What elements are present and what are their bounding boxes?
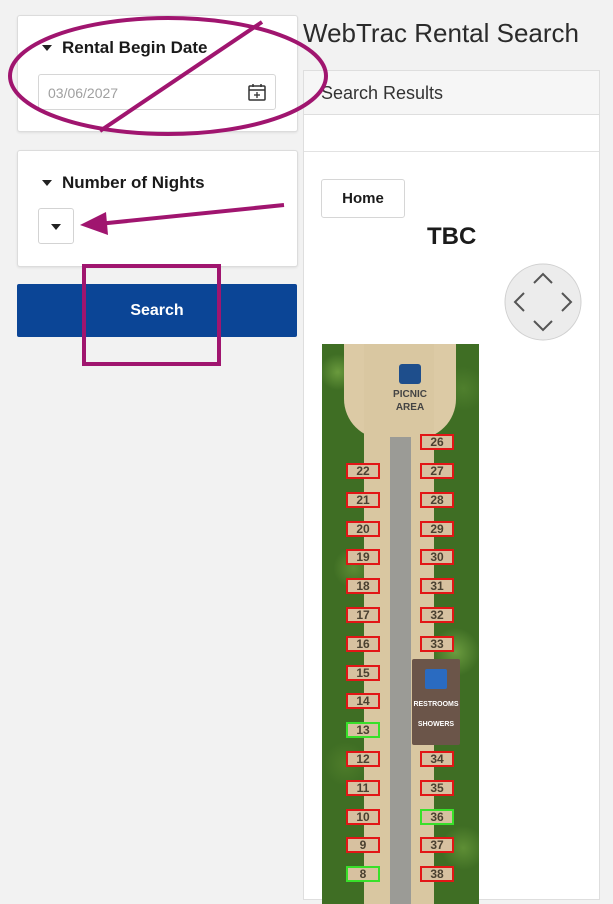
restroom-icon [425,669,447,689]
campsite-9[interactable]: 9 [346,837,380,854]
campsite-22[interactable]: 22 [346,463,380,479]
campsite-36[interactable]: 36 [420,808,454,825]
campground-map[interactable]: PICNIC AREA RESTROOMS SHOWERS 22 21 20 19 18… [322,344,479,904]
campsite-35[interactable]: 35 [420,779,454,796]
campsite-29[interactable]: 29 [420,520,454,537]
home-button[interactable]: Home [321,179,405,218]
campsite-19[interactable]: 19 [346,549,380,566]
campsite-8[interactable]: 8 [346,866,380,883]
collapse-triangle-icon [42,45,52,51]
number-of-nights-dropdown[interactable] [38,208,74,244]
picnic-area-label: PICNIC AREA [378,388,442,414]
campsite-33[interactable]: 33 [420,635,454,652]
search-results-header[interactable]: Search Results [304,71,599,115]
rental-begin-date-input[interactable]: 03/06/2027 [38,74,276,110]
chevron-down-icon [51,224,61,230]
campsite-32[interactable]: 32 [420,607,454,623]
campsite-16[interactable]: 16 [346,635,380,652]
campsite-12[interactable]: 12 [346,751,380,767]
campsite-21[interactable]: 21 [346,491,380,508]
restrooms-label: RESTROOMS [413,701,459,708]
rental-begin-date-value: 03/06/2027 [48,85,119,101]
campsite-18[interactable]: 18 [346,578,380,595]
campsite-31[interactable]: 31 [420,578,454,595]
rental-begin-date-title: Rental Begin Date [62,38,208,57]
number-of-nights-panel: Number of Nights [17,150,298,267]
rental-begin-date-toggle[interactable]: Rental Begin Date [42,38,207,58]
campsite-10[interactable]: 10 [346,808,380,825]
search-results-panel: Search Results Home TBC PICNIC AREA REST… [303,70,600,904]
campsite-30[interactable]: 30 [420,549,454,566]
picnic-area-icon [399,364,421,384]
restroom-building: RESTROOMS SHOWERS [412,659,460,745]
road [390,437,411,904]
search-button[interactable]: Search [17,284,297,337]
showers-label: SHOWERS [417,721,455,728]
campsite-34[interactable]: 34 [420,751,454,767]
picnic-label-line2: AREA [395,402,425,413]
campsite-27[interactable]: 27 [420,463,454,479]
map-pan-control[interactable] [504,263,582,341]
facility-title: TBC [427,223,477,250]
campsite-37[interactable]: 37 [420,837,454,854]
collapse-triangle-icon [42,180,52,186]
campsite-28[interactable]: 28 [420,491,454,508]
campsite-13[interactable]: 13 [346,722,380,739]
campsite-26[interactable]: 26 [420,434,454,451]
campsite-20[interactable]: 20 [346,520,380,537]
page-title: WebTrac Rental Search [303,18,580,48]
campsite-17[interactable]: 17 [346,607,380,623]
campsite-11[interactable]: 11 [346,779,380,796]
rental-begin-date-panel: Rental Begin Date 03/06/2027 [17,15,298,132]
campsite-38[interactable]: 38 [420,866,454,883]
campsite-14[interactable]: 14 [346,693,380,710]
picnic-label-line1: PICNIC [393,389,427,400]
number-of-nights-title: Number of Nights [62,173,205,192]
divider [304,151,599,152]
campsite-15[interactable]: 15 [346,664,380,681]
calendar-icon[interactable] [248,84,266,101]
number-of-nights-toggle[interactable]: Number of Nights [42,173,205,193]
